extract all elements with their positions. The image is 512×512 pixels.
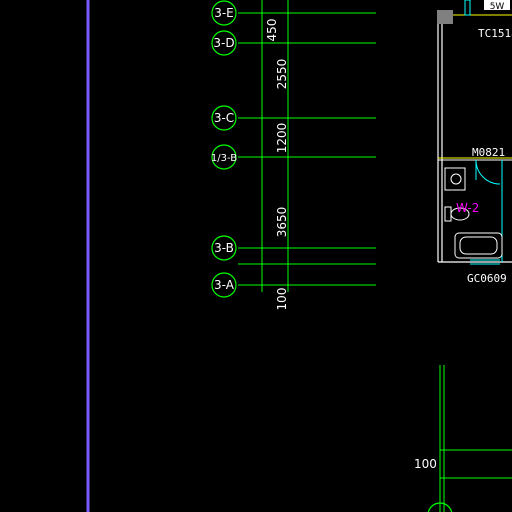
dim-text-3650: 3650 (275, 207, 289, 238)
door-swing-arc (475, 159, 501, 185)
toilet-tank (444, 206, 452, 222)
axis-label-3b: 3-B (214, 241, 234, 255)
axis-bubble-3e[interactable]: 3-E (211, 0, 237, 26)
dim-text-2550: 2550 (275, 59, 289, 90)
axis-label-3d: 3-D (213, 36, 234, 50)
window-frame-top (464, 0, 471, 16)
washbasin (444, 167, 466, 191)
door-tag-m0821: M0821 (472, 146, 505, 159)
bathroom-label-w2: W-2 (456, 201, 479, 215)
column-block (437, 10, 453, 24)
axis-bubble-3c[interactable]: 3-C (211, 105, 237, 131)
cad-drawing-canvas[interactable]: 3-E 3-D 3-C 1/3-B 3-B 3-A 450 2550 1200 … (0, 0, 512, 512)
lower-grid-fragment (439, 365, 512, 512)
washbasin-bowl (450, 173, 462, 185)
axis-label-3a: 3-A (214, 278, 235, 292)
axis-bubble-3b[interactable]: 3-B (211, 235, 237, 261)
dim-text-lower-100: 100 (414, 457, 437, 471)
dim-text-450: 450 (265, 19, 279, 42)
axis-label-3c: 3-C (214, 111, 234, 125)
axis-bubble-1-3b[interactable]: 1/3-B (211, 144, 237, 170)
dim-text-100: 100 (275, 288, 289, 311)
dimension-texts: 450 2550 1200 3650 100 (265, 19, 289, 311)
axis-bubble-3a[interactable]: 3-A (211, 272, 237, 298)
axis-bubbles: 3-E 3-D 3-C 1/3-B 3-B 3-A (211, 0, 453, 512)
axis-label-3e: 3-E (214, 6, 234, 20)
bathtub-inner (459, 236, 498, 255)
window-tag-tc1518: TC1518 (478, 27, 512, 40)
corner-tag-text: 5W (490, 2, 505, 12)
dim-text-1200: 1200 (275, 123, 289, 154)
bathroom-plan: 5W TC1518 M0821 W-2 GC0609 (437, 0, 512, 285)
axis-label-1-3b: 1/3-B (211, 153, 237, 164)
axis-bubble-3d[interactable]: 3-D (211, 30, 237, 56)
window-tag-gc0609: GC0609 (467, 272, 507, 285)
horizontal-grid-lines (238, 12, 376, 286)
